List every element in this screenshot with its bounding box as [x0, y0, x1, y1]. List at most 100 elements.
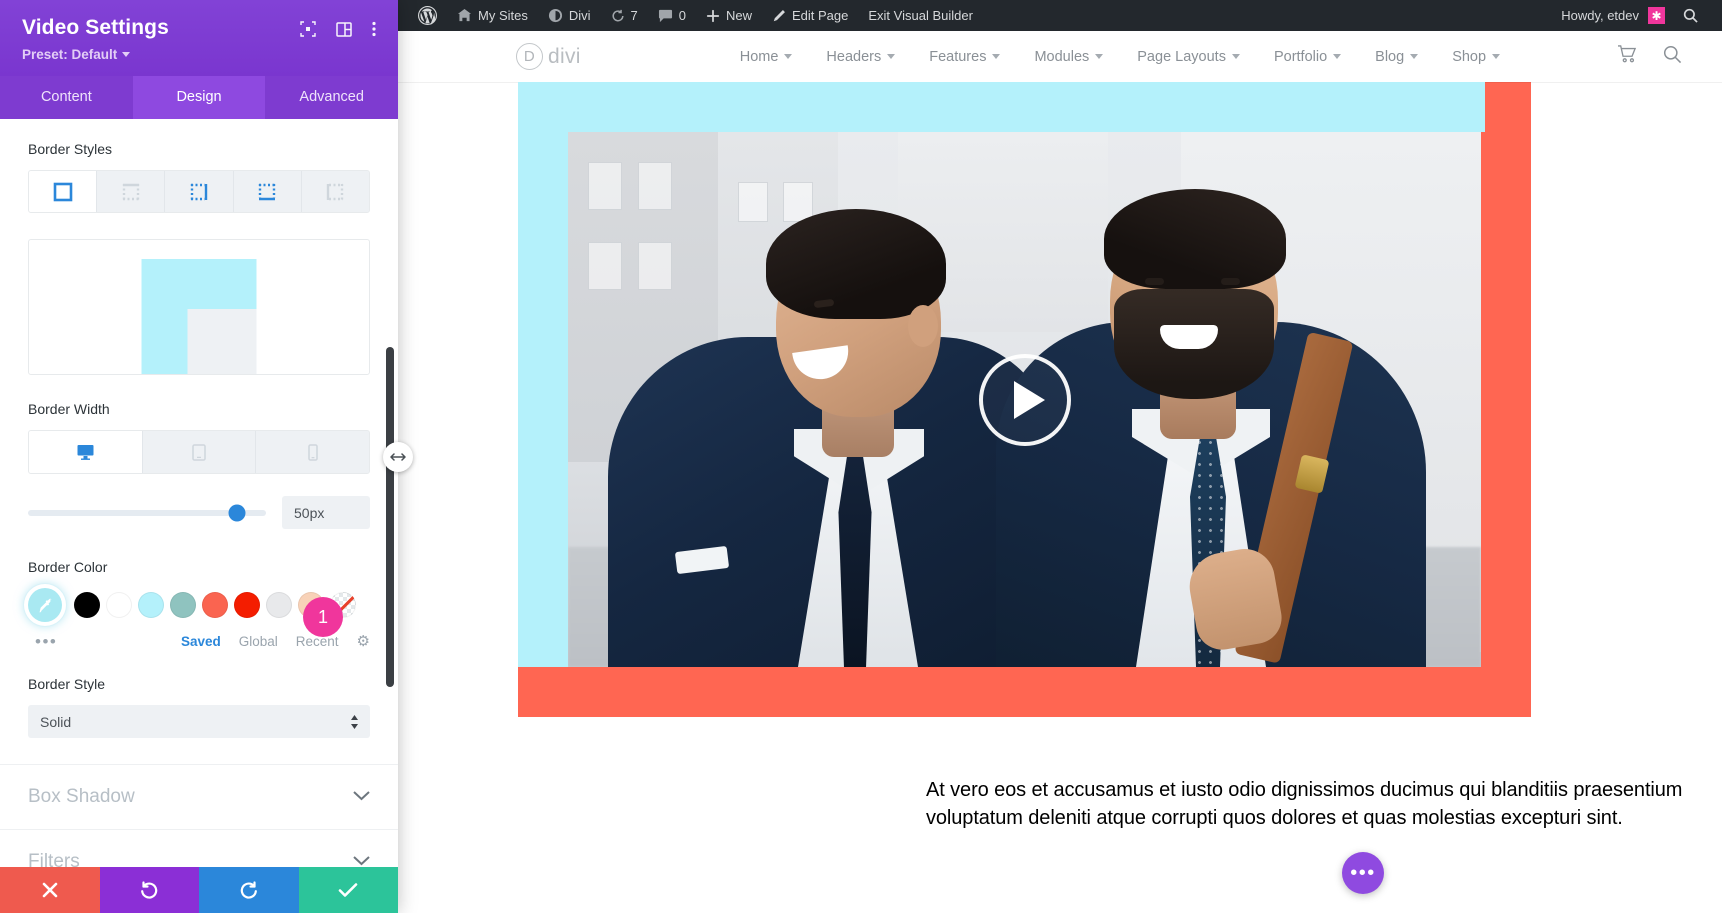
layout-columns-icon[interactable]: [336, 22, 352, 42]
border-top-option[interactable]: [97, 171, 165, 212]
swatch-coral[interactable]: [202, 592, 228, 618]
nav-label: Page Layouts: [1137, 49, 1226, 65]
section-box-shadow[interactable]: Box Shadow: [0, 764, 398, 829]
comments-count: 0: [679, 8, 686, 23]
nav-label: Modules: [1034, 49, 1089, 65]
settings-tabs: Content Design Advanced: [0, 76, 398, 119]
nav-item-page-layouts[interactable]: Page Layouts: [1120, 49, 1257, 65]
border-color-label: Border Color: [28, 559, 370, 575]
border-width-label: Border Width: [28, 401, 370, 417]
new-item[interactable]: New: [696, 0, 762, 31]
swatch-teal-gray[interactable]: [170, 592, 196, 618]
undo-button[interactable]: [100, 867, 200, 913]
page-preview-stage: My Sites Divi 7 0 New Edi: [398, 0, 1722, 913]
more-colors-icon[interactable]: •••: [28, 633, 57, 650]
divi-item[interactable]: Divi: [538, 0, 601, 31]
wordpress-admin-bar: My Sites Divi 7 0 New Edi: [398, 0, 1722, 31]
comments-item[interactable]: 0: [648, 0, 696, 31]
color-tab-global[interactable]: Global: [239, 634, 278, 649]
panel-header: Video Settings: [0, 0, 398, 76]
chevron-down-icon: [1492, 54, 1500, 59]
nav-item-modules[interactable]: Modules: [1017, 49, 1120, 65]
exit-visual-builder-item[interactable]: Exit Visual Builder: [858, 0, 983, 31]
border-right-option[interactable]: [165, 171, 233, 212]
chevron-down-icon: [992, 54, 1000, 59]
swatch-red[interactable]: [234, 592, 260, 618]
cart-icon[interactable]: [1617, 45, 1637, 68]
nav-label: Headers: [826, 49, 881, 65]
updates-item[interactable]: 7: [601, 0, 648, 31]
color-tab-saved[interactable]: Saved: [181, 634, 221, 649]
search-icon[interactable]: [1663, 45, 1682, 69]
nav-item-features[interactable]: Features: [912, 49, 1017, 65]
account-menu[interactable]: Howdy, etdev ✱: [1553, 7, 1673, 24]
border-styles-label: Border Styles: [28, 141, 370, 157]
save-button[interactable]: [299, 867, 399, 913]
device-tablet-option[interactable]: [143, 431, 257, 473]
swatch-light-gray[interactable]: [266, 592, 292, 618]
chevron-down-icon: [1232, 54, 1240, 59]
gear-icon[interactable]: ⚙: [357, 632, 370, 650]
my-sites-item[interactable]: My Sites: [447, 0, 538, 31]
swatch-white[interactable]: [106, 592, 132, 618]
nav-label: Features: [929, 49, 986, 65]
nav-item-home[interactable]: Home: [723, 49, 810, 65]
panel-resize-handle[interactable]: [383, 442, 413, 472]
border-left-option[interactable]: [302, 171, 369, 212]
visual-builder-app: Video Settings: [0, 0, 1722, 913]
device-phone-option[interactable]: [256, 431, 369, 473]
avatar: ✱: [1648, 7, 1665, 24]
edit-page-item[interactable]: Edit Page: [762, 0, 858, 31]
divi-logo[interactable]: D divi: [516, 43, 581, 70]
play-button[interactable]: [979, 354, 1071, 446]
border-all-option[interactable]: [29, 171, 97, 212]
nav-item-shop[interactable]: Shop: [1435, 49, 1517, 65]
border-bottom-option[interactable]: [234, 171, 302, 212]
play-triangle-icon: [1014, 381, 1045, 419]
nav-label: Portfolio: [1274, 49, 1327, 65]
preset-selector[interactable]: Preset: Default: [22, 47, 130, 62]
tab-advanced[interactable]: Advanced: [265, 76, 398, 119]
nav-item-portfolio[interactable]: Portfolio: [1257, 49, 1358, 65]
preset-label: Preset: Default: [22, 47, 117, 62]
select-arrows-icon: [350, 715, 359, 729]
chevron-down-icon: [353, 788, 370, 806]
nav-label: Blog: [1375, 49, 1404, 65]
box-shadow-label: Box Shadow: [28, 786, 135, 808]
video-frame: [568, 132, 1481, 667]
chevron-down-icon: [887, 54, 895, 59]
step-badge-1: 1: [303, 597, 343, 637]
border-preview-corner: [142, 259, 257, 375]
nav-item-blog[interactable]: Blog: [1358, 49, 1435, 65]
panel-action-bar: [0, 867, 398, 913]
swatch-black[interactable]: [74, 592, 100, 618]
device-desktop-option[interactable]: [29, 431, 143, 473]
page-content: At vero eos et accusamus et iusto odio d…: [398, 82, 1722, 913]
tab-content[interactable]: Content: [0, 76, 133, 119]
slider-handle[interactable]: [229, 504, 246, 521]
tab-design[interactable]: Design: [133, 76, 266, 119]
border-width-slider[interactable]: [28, 510, 266, 516]
page-settings-fab[interactable]: •••: [1342, 852, 1384, 894]
divi-logo-mark: D: [516, 43, 543, 70]
my-sites-label: My Sites: [478, 8, 528, 23]
section-filters[interactable]: Filters: [0, 829, 398, 867]
border-width-input[interactable]: 50px: [282, 496, 370, 529]
search-icon[interactable]: [1673, 0, 1708, 31]
page-title: Video Settings: [22, 16, 300, 40]
cancel-button[interactable]: [0, 867, 100, 913]
border-style-select[interactable]: Solid: [28, 705, 370, 738]
chevron-down-icon: [784, 54, 792, 59]
border-preview-shape: [142, 259, 257, 375]
panel-scrollbar[interactable]: [386, 347, 394, 687]
focus-icon[interactable]: [300, 21, 316, 42]
body-paragraph: At vero eos et accusamus et iusto odio d…: [926, 776, 1722, 833]
wordpress-logo-icon[interactable]: [408, 0, 447, 31]
video-module[interactable]: [518, 82, 1531, 717]
nav-item-headers[interactable]: Headers: [809, 49, 912, 65]
border-styles-group: [28, 170, 370, 213]
swatch-light-cyan[interactable]: [138, 592, 164, 618]
redo-button[interactable]: [199, 867, 299, 913]
eyedropper-swatch[interactable]: [28, 588, 62, 622]
more-vertical-icon[interactable]: [372, 21, 376, 42]
